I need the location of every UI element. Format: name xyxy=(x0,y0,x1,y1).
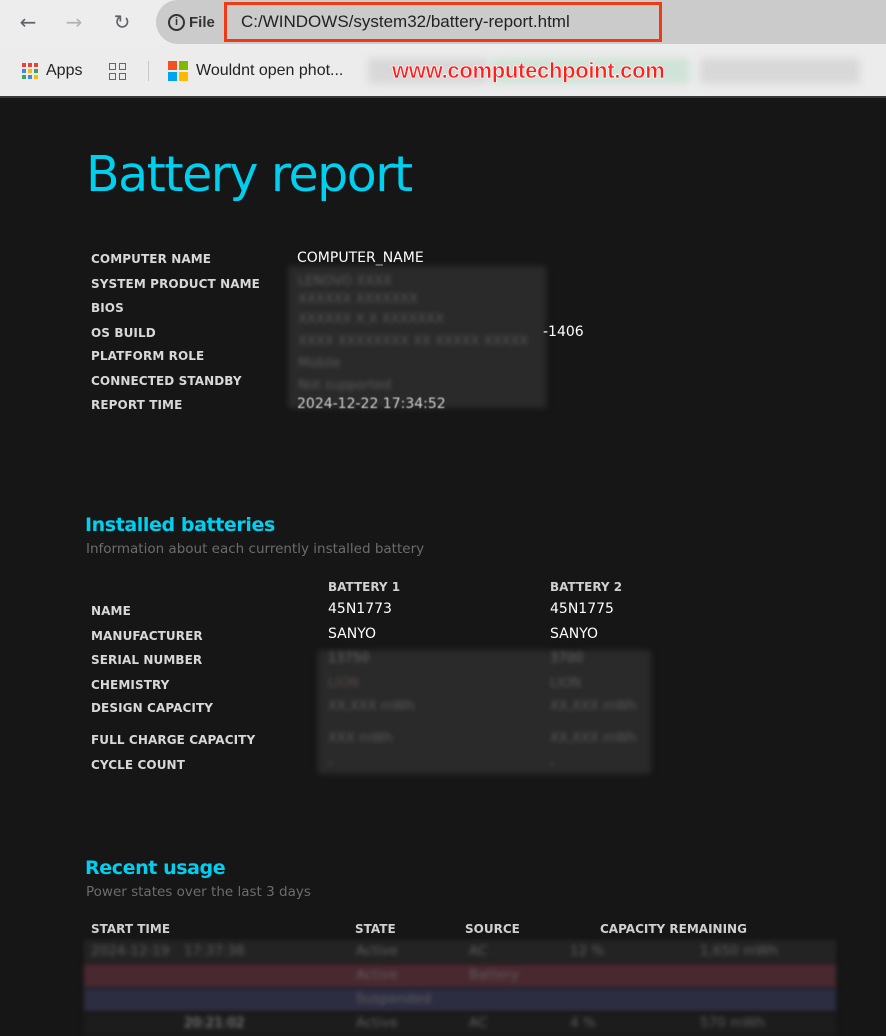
usage-state: Active xyxy=(356,1015,398,1031)
usage-percent: 4 % xyxy=(570,1015,596,1031)
label-name: NAME xyxy=(91,604,131,618)
usage-source: AC xyxy=(469,943,488,959)
arrow-left-icon: ← xyxy=(19,10,37,34)
site-info-label: File xyxy=(189,13,215,31)
report-page: Battery report COMPUTER NAME SYSTEM PROD… xyxy=(0,98,886,1036)
blurred-text: XXXXXX X.X XXXXXXX xyxy=(298,312,444,327)
usage-row: 20:21:02 Active AC 4 % 570 mWh xyxy=(84,1012,836,1036)
usage-source: AC xyxy=(469,1015,488,1031)
label-bios: BIOS xyxy=(91,301,124,315)
usage-date: 2024-12-19 xyxy=(91,943,170,959)
label-computer-name: COMPUTER NAME xyxy=(91,252,212,266)
url-text: C:/WINDOWS/system32/battery-report.html xyxy=(241,12,570,31)
usage-source: Battery xyxy=(469,967,519,983)
bookmark-label: Wouldnt open phot... xyxy=(196,62,344,79)
usage-percent: 12 % xyxy=(570,943,605,959)
usage-state: Active xyxy=(356,967,398,983)
battery-1-full-charge: XXX mWh xyxy=(328,731,393,746)
battery-2-cycle-count: - xyxy=(550,756,555,771)
bookmark-label: Apps xyxy=(46,62,83,79)
browser-toolbar: ← → ↻ i File C:/WINDOWS/system32/battery… xyxy=(0,0,886,45)
watermark: www.computechpoint.com xyxy=(392,58,665,84)
url-field[interactable]: C:/WINDOWS/system32/battery-report.html xyxy=(224,2,662,42)
usage-time: 17:37:38 xyxy=(184,943,245,959)
section-subtitle-installed-batteries: Information about each currently install… xyxy=(86,541,425,557)
column-battery-1: BATTERY 1 xyxy=(328,580,401,594)
site-info-button[interactable]: i File xyxy=(168,11,215,33)
label-report-time: REPORT TIME xyxy=(91,398,183,412)
section-title-installed-batteries: Installed batteries xyxy=(85,514,275,536)
column-state: STATE xyxy=(355,922,396,936)
label-platform-role: PLATFORM ROLE xyxy=(91,349,205,363)
label-os-build: OS BUILD xyxy=(91,326,156,340)
battery-1-manufacturer: SANYO xyxy=(328,626,377,642)
bookmark-wouldnt-open[interactable]: Wouldnt open phot... xyxy=(168,60,343,82)
blurred-text: Mobile xyxy=(298,356,341,371)
usage-row: Suspended xyxy=(84,988,836,1012)
usage-state: Active xyxy=(356,943,398,959)
battery-2-design-capacity: XX,XXX mWh xyxy=(550,699,637,714)
browser-chrome: ← → ↻ i File C:/WINDOWS/system32/battery… xyxy=(0,0,886,98)
battery-2-chemistry: LION xyxy=(550,676,582,691)
info-icon: i xyxy=(168,13,185,31)
tab-grid-icon xyxy=(109,62,126,80)
battery-1-cycle-count: - xyxy=(328,756,333,771)
usage-time: 20:21:02 xyxy=(184,1015,245,1031)
section-title-recent-usage: Recent usage xyxy=(85,857,226,879)
battery-2-manufacturer: SANYO xyxy=(550,626,599,642)
label-design-capacity: DESIGN CAPACITY xyxy=(91,701,214,715)
usage-state: Suspended xyxy=(356,991,432,1007)
battery-2-name: 45N1775 xyxy=(550,601,614,617)
battery-2-serial: 3700 xyxy=(550,651,584,666)
label-cycle-count: CYCLE COUNT xyxy=(91,758,185,772)
blurred-bookmark[interactable] xyxy=(700,58,860,84)
column-start-time: START TIME xyxy=(91,922,171,936)
battery-1-name: 45N1773 xyxy=(328,601,392,617)
value-report-time: 2024-12-22 17:34:52 xyxy=(297,396,446,412)
usage-capacity: 1,650 mWh xyxy=(700,943,778,959)
blurred-text: XXXXXX XXXXXXX xyxy=(298,292,418,307)
value-os-build: -1406 xyxy=(543,324,584,340)
battery-2-full-charge: XX,XXX mWh xyxy=(550,731,637,746)
label-connected-standby: CONNECTED STANDBY xyxy=(91,374,242,388)
forward-button[interactable]: → xyxy=(60,8,88,36)
page-title: Battery report xyxy=(86,146,413,203)
blurred-text: Not supported xyxy=(298,378,392,393)
column-source: SOURCE xyxy=(465,922,520,936)
back-button[interactable]: ← xyxy=(14,8,42,36)
reload-button[interactable]: ↻ xyxy=(108,8,136,36)
section-subtitle-recent-usage: Power states over the last 3 days xyxy=(86,884,311,900)
label-chemistry: CHEMISTRY xyxy=(91,678,170,692)
label-full-charge-capacity: FULL CHARGE CAPACITY xyxy=(91,733,256,747)
bookmark-separator xyxy=(148,61,149,81)
value-computer-name: COMPUTER_NAME xyxy=(297,250,424,266)
label-serial-number: SERIAL NUMBER xyxy=(91,653,203,667)
usage-row: Active Battery xyxy=(84,964,836,988)
column-battery-2: BATTERY 2 xyxy=(550,580,623,594)
blurred-text: XXXX XXXXXXXX XX XXXXX XXXXX xyxy=(298,334,529,349)
battery-1-chemistry: LION xyxy=(328,676,360,691)
column-capacity-remaining: CAPACITY REMAINING xyxy=(600,922,747,936)
microsoft-logo-icon xyxy=(168,61,188,81)
blurred-text: LENOVO XXXX xyxy=(298,274,392,289)
reload-icon: ↻ xyxy=(113,10,131,34)
label-manufacturer: MANUFACTURER xyxy=(91,629,203,643)
arrow-right-icon: → xyxy=(65,10,83,34)
usage-row: 2024-12-19 17:37:38 Active AC 12 % 1,650 mWh xyxy=(84,940,836,964)
bookmark-tab-grid[interactable] xyxy=(109,60,126,82)
battery-1-design-capacity: XX,XXX mWh xyxy=(328,699,415,714)
label-system-product-name: SYSTEM PRODUCT NAME xyxy=(91,277,260,291)
apps-grid-icon xyxy=(22,63,38,79)
battery-1-serial: 13750 xyxy=(328,651,370,666)
bookmark-apps[interactable]: Apps xyxy=(22,60,82,82)
usage-capacity: 570 mWh xyxy=(700,1015,766,1031)
